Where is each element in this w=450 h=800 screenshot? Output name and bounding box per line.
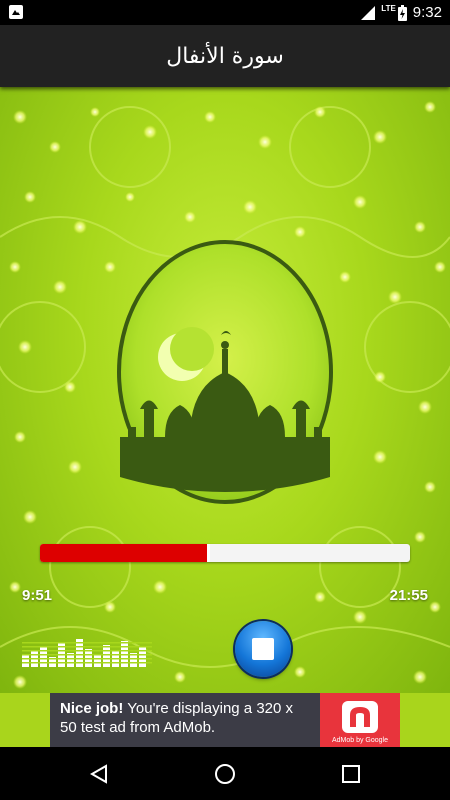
- admob-icon: [342, 701, 378, 733]
- ad-headline: Nice job!: [60, 700, 124, 717]
- battery-charging-icon: [397, 4, 407, 21]
- seek-bar[interactable]: [40, 544, 410, 562]
- elapsed-time: 9:51: [22, 587, 53, 604]
- back-button[interactable]: [84, 759, 114, 789]
- app-bar: سورة الأنفال: [0, 25, 450, 87]
- ad-text: Nice job! You're displaying a 320 x 50 t…: [50, 693, 320, 747]
- total-time: 21:55: [389, 587, 428, 604]
- page-title: سورة الأنفال: [166, 43, 284, 69]
- seek-bar-thumb[interactable]: [206, 544, 210, 562]
- home-icon: [215, 764, 235, 784]
- back-icon: [89, 764, 107, 784]
- seek-bar-fill: [40, 544, 207, 562]
- home-button[interactable]: [210, 759, 240, 789]
- stop-button[interactable]: [235, 621, 291, 677]
- stop-icon: [252, 638, 274, 660]
- status-time: 9:32: [412, 4, 442, 21]
- ad-badge: AdMob by Google: [331, 737, 389, 744]
- nav-bar: [0, 747, 450, 800]
- equalizer-icon: [22, 639, 152, 667]
- recents-button[interactable]: [336, 759, 366, 789]
- status-bar: LTE 9:32: [0, 0, 450, 25]
- signal-icon: [361, 5, 376, 20]
- ad-banner[interactable]: Nice job! You're displaying a 320 x 50 t…: [50, 693, 400, 747]
- recents-icon: [342, 765, 360, 783]
- player-background: 9:51 21:55: [0, 87, 450, 693]
- admob-logo: AdMob by Google: [320, 693, 400, 747]
- notification-icon: [9, 5, 23, 19]
- mosque-artwork: [0, 101, 450, 689]
- network-type: LTE: [381, 4, 396, 13]
